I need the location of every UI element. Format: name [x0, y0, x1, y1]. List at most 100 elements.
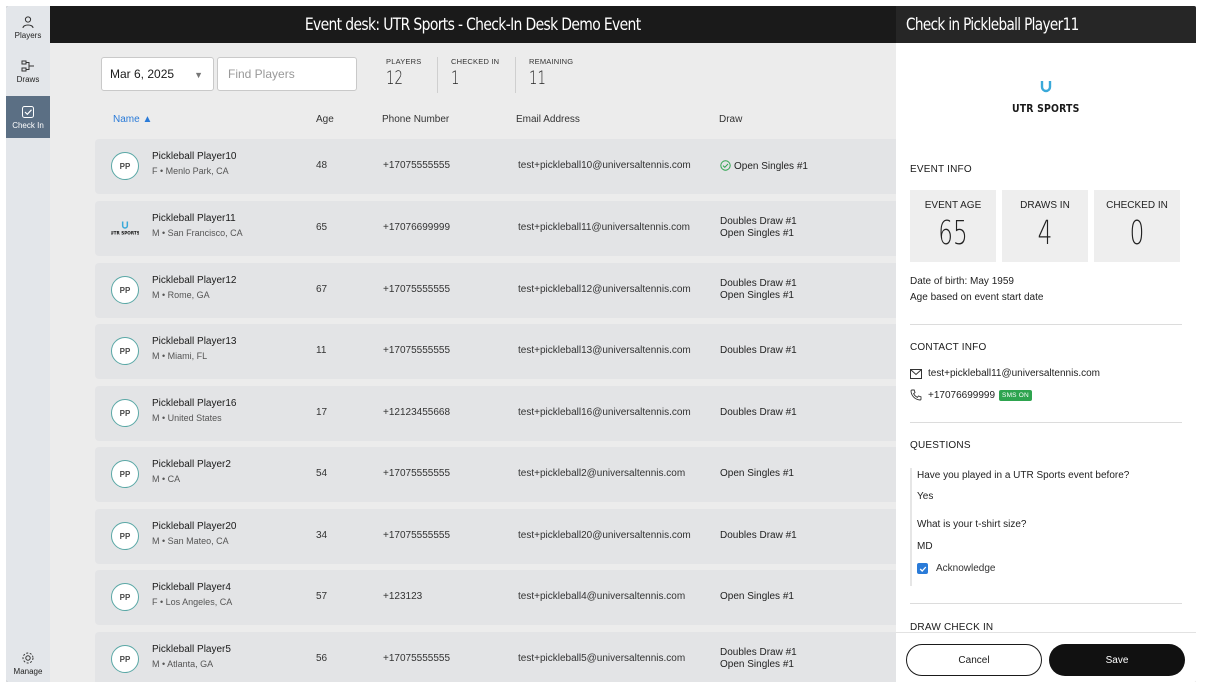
player-name: Pickleball Player4 — [152, 582, 231, 593]
table-header: Name ▲ Age Phone Number Email Address Dr… — [50, 110, 896, 130]
gear-icon — [22, 652, 34, 663]
date-value: Mar 6, 2025 — [110, 67, 175, 81]
draws-in-value: 4 — [1037, 213, 1053, 252]
nav-manage[interactable]: Manage — [6, 642, 50, 682]
player-location: M • CA — [152, 474, 181, 484]
contact-email-text: test+pickleball11@universaltennis.com — [928, 368, 1100, 379]
player-location: M • Miami, FL — [152, 351, 208, 361]
draw-line: Doubles Draw #1 — [720, 216, 797, 227]
player-phone: +17075555555 — [383, 530, 451, 541]
avatar: PP — [111, 460, 139, 488]
col-email-header[interactable]: Email Address — [516, 114, 580, 125]
col-age-header[interactable]: Age — [316, 114, 334, 125]
answer-1: Yes — [917, 491, 934, 502]
col-name-header[interactable]: Name ▲ — [113, 114, 152, 125]
envelope-icon — [910, 368, 922, 379]
table-row[interactable]: PP Pickleball Player5 M • Atlanta, GA 56… — [95, 632, 896, 682]
player-draw: Open Singles #1 — [720, 468, 794, 480]
acknowledge-checkbox[interactable]: Acknowledge — [917, 563, 995, 574]
avatar: PP — [111, 399, 139, 427]
player-draw: Doubles Draw #1 — [720, 407, 797, 419]
event-age-box: EVENT AGE 65 — [910, 190, 996, 262]
player-email: test+pickleball10@universaltennis.com — [518, 160, 691, 171]
stat-remaining-value: 11 — [529, 67, 546, 89]
cancel-button[interactable]: Cancel — [906, 644, 1042, 676]
table-row[interactable]: PP Pickleball Player12 M • Rome, GA 67 +… — [95, 263, 896, 318]
table-row[interactable]: PP Pickleball Player4 F • Los Angeles, C… — [95, 570, 896, 625]
player-location: M • Atlanta, GA — [152, 659, 214, 669]
nav-draws-label: Draws — [16, 74, 40, 84]
table-row[interactable]: PP Pickleball Player2 M • CA 54 +1707555… — [95, 447, 896, 502]
divider — [910, 422, 1182, 423]
utr-sports-logo: UTR SPORTS — [896, 80, 1196, 117]
header-bar: Event desk: UTR Sports - Check-In Desk D… — [50, 6, 896, 43]
player-draw: Open Singles #1 — [720, 160, 808, 173]
event-age-value: 65 — [938, 213, 968, 252]
stat-players-label: PLAYERS — [386, 57, 422, 66]
panel-header: Check in Pickleball Player11 — [896, 6, 1196, 43]
player-location: F • Menlo Park, CA — [152, 166, 229, 176]
checkin-icon — [22, 105, 34, 118]
contact-email: test+pickleball11@universaltennis.com — [910, 368, 1100, 379]
avatar: PP — [111, 645, 139, 673]
player-name: Pickleball Player11 — [152, 213, 236, 224]
draws-in-label: DRAWS IN — [1020, 200, 1070, 211]
stat-players-value: 12 — [386, 67, 403, 89]
nav-checkin-label: Check In — [12, 120, 44, 130]
table-row[interactable]: PP Pickleball Player13 M • Miami, FL 11 … — [95, 324, 896, 379]
acknowledge-label: Acknowledge — [936, 563, 996, 574]
player-email: test+pickleball2@universaltennis.com — [518, 468, 686, 479]
save-button[interactable]: Save — [1049, 644, 1185, 676]
draw-line: Open Singles #1 — [720, 468, 794, 479]
table-row[interactable]: PP Pickleball Player10 F • Menlo Park, C… — [95, 139, 896, 194]
nav-players[interactable]: Players — [6, 6, 50, 48]
player-age: 57 — [316, 591, 328, 602]
table-row[interactable]: PP Pickleball Player20 M • San Mateo, CA… — [95, 509, 896, 564]
panel-footer: Cancel Save — [896, 632, 1196, 682]
player-phone: +12123455668 — [383, 407, 451, 418]
left-nav: Players Draws Check In Manage — [6, 6, 51, 682]
question-2: What is your t-shirt size? — [917, 519, 1027, 530]
player-phone: +17075555555 — [383, 653, 451, 664]
logo-text: UTR SPORTS — [1012, 102, 1080, 115]
check-circle-icon — [720, 160, 731, 171]
contact-phone: +17076699999 SMS ON — [910, 389, 1032, 401]
age-note: Age based on event start date — [910, 292, 1044, 303]
utr-logo-icon — [1040, 81, 1052, 93]
avatar: PP — [111, 522, 139, 550]
player-email: test+pickleball12@universaltennis.com — [518, 284, 691, 295]
player-location: M • San Mateo, CA — [152, 536, 229, 546]
player-age: 11 — [316, 345, 327, 356]
player-name: Pickleball Player13 — [152, 336, 237, 347]
stat-remaining: REMAINING 11 — [529, 57, 573, 89]
chevron-down-icon: ▼ — [194, 70, 203, 80]
player-email: test+pickleball16@universaltennis.com — [518, 407, 691, 418]
draw-line: Doubles Draw #1 — [720, 278, 797, 289]
col-phone-header[interactable]: Phone Number — [382, 114, 449, 125]
col-draw-header[interactable]: Draw — [719, 114, 742, 125]
player-phone: +17075555555 — [383, 345, 451, 356]
player-name: Pickleball Player16 — [152, 398, 237, 409]
draw-line: Open Singles #1 — [720, 659, 794, 670]
toolbar: Mar 6, 2025 ▼ PLAYERS 12 CHECKED IN 1 RE… — [50, 43, 896, 103]
date-select[interactable]: Mar 6, 2025 ▼ — [101, 57, 214, 91]
nav-checkin[interactable]: Check In — [6, 96, 50, 138]
player-location: F • Los Angeles, CA — [152, 597, 233, 607]
main-area: Event desk: UTR Sports - Check-In Desk D… — [50, 6, 896, 682]
person-icon — [22, 15, 34, 28]
player-name: Pickleball Player20 — [152, 521, 237, 532]
player-age: 54 — [316, 468, 328, 479]
search-input[interactable] — [217, 57, 357, 91]
contact-info-title: CONTACT INFO — [910, 342, 987, 353]
nav-draws[interactable]: Draws — [6, 50, 50, 92]
table-row[interactable]: PP Pickleball Player16 M • United States… — [95, 386, 896, 441]
avatar: PP — [111, 276, 139, 304]
avatar: PP — [111, 152, 139, 180]
player-phone: +17075555555 — [383, 468, 451, 479]
player-draw: Doubles Draw #1 Open Singles #1 — [720, 278, 797, 302]
player-draw: Doubles Draw #1 — [720, 530, 797, 542]
table-row[interactable]: UTR SPORTS Pickleball Player11 M • San F… — [95, 201, 896, 256]
player-email: test+pickleball13@universaltennis.com — [518, 345, 691, 356]
divider — [910, 324, 1182, 325]
avatar: PP — [111, 583, 139, 611]
